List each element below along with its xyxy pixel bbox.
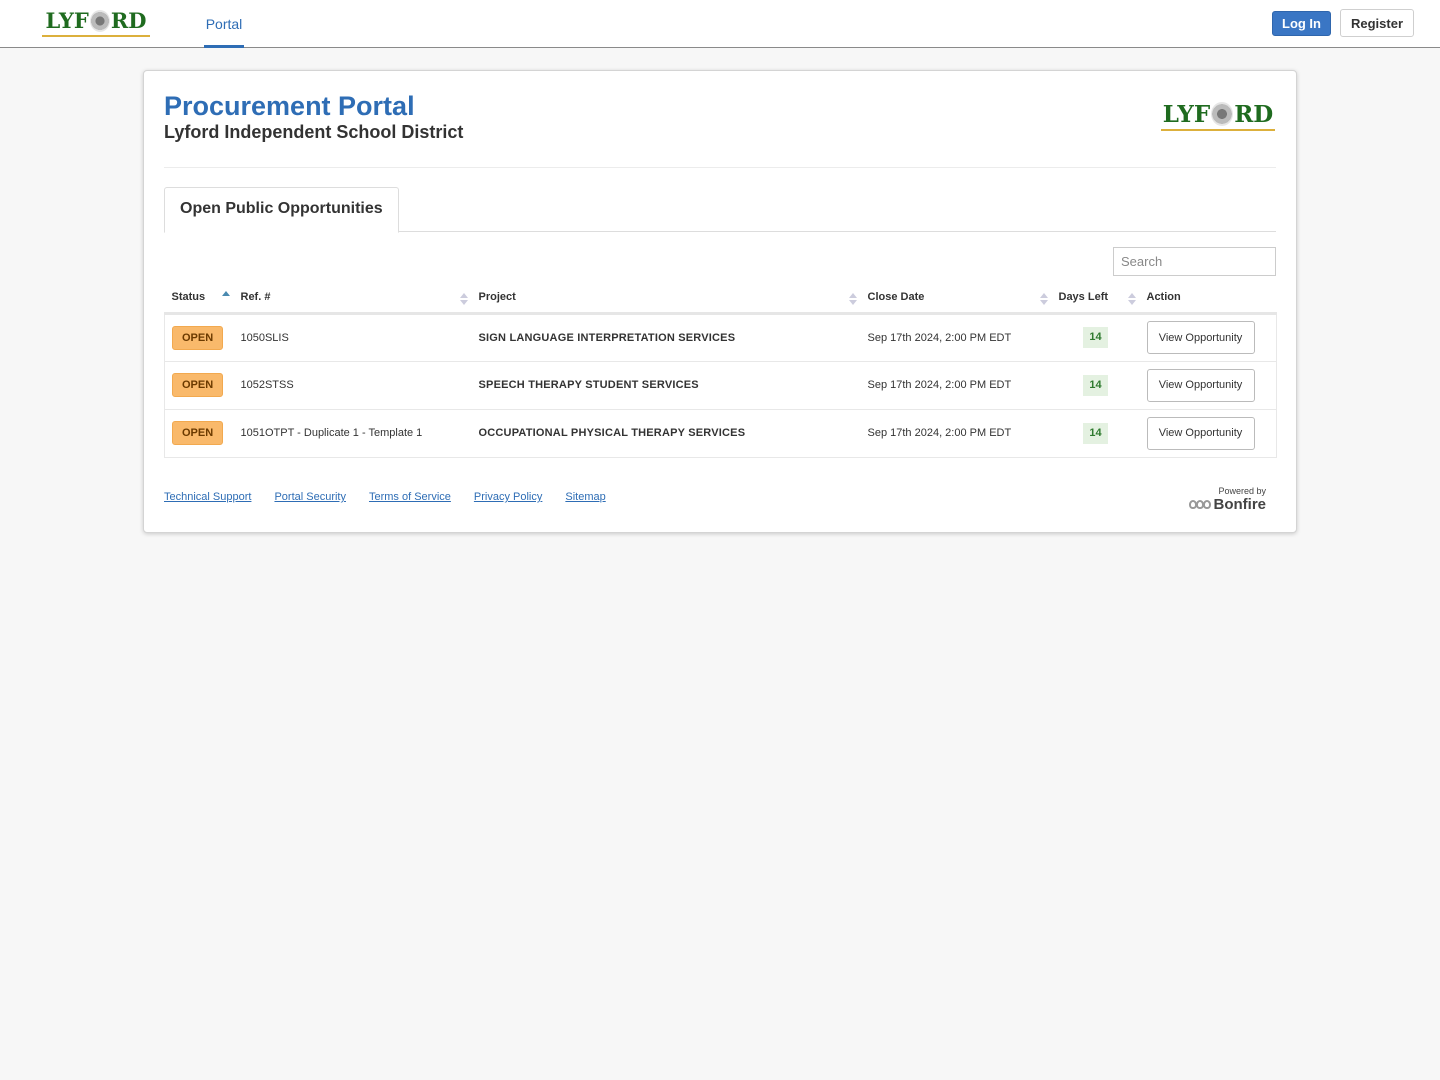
header-divider xyxy=(164,167,1276,168)
sort-icon xyxy=(1127,293,1136,305)
page-title: Procurement Portal xyxy=(164,91,415,121)
powered-by-label: Powered by xyxy=(1218,486,1266,496)
footer-link-sitemap[interactable]: Sitemap xyxy=(565,491,605,503)
sort-ascending-icon xyxy=(221,291,230,305)
table-row: OPEN 1052STSS SPEECH THERAPY STUDENT SER… xyxy=(164,361,1277,410)
opportunities-table: Status Ref. # Project Close Date Days Le… xyxy=(164,283,1277,458)
column-header-action: Action xyxy=(1139,283,1277,315)
sort-icon xyxy=(848,293,857,305)
column-header-days-left[interactable]: Days Left xyxy=(1051,283,1140,315)
table-row: OPEN 1050SLIS SIGN LANGUAGE INTERPRETATI… xyxy=(164,313,1277,362)
logo-tagline xyxy=(1161,129,1275,131)
login-button[interactable]: Log In xyxy=(1272,11,1331,36)
table-header-row: Status Ref. # Project Close Date Days Le… xyxy=(164,283,1277,315)
logo-tagline xyxy=(42,34,150,37)
project-name: SPEECH THERAPY STUDENT SERVICES xyxy=(471,361,861,410)
days-left-badge: 14 xyxy=(1083,422,1108,444)
close-date: Sep 17th 2024, 2:00 PM EDT xyxy=(860,361,1052,410)
bulldog-mascot-icon xyxy=(1211,102,1234,126)
organization-logo: LYF RD xyxy=(1161,102,1275,131)
status-badge: OPEN xyxy=(172,421,224,445)
close-date: Sep 17th 2024, 2:00 PM EDT xyxy=(860,313,1052,362)
search-input[interactable] xyxy=(1113,247,1276,276)
powered-by-bonfire[interactable]: Powered by Bonfire xyxy=(1188,486,1267,513)
footer-links: Technical Support Portal Security Terms … xyxy=(164,491,606,503)
view-opportunity-button[interactable]: View Opportunity xyxy=(1146,416,1255,450)
bonfire-brand: Bonfire xyxy=(1213,496,1267,513)
days-left-badge: 14 xyxy=(1083,327,1108,348)
ref-number: 1052STSS xyxy=(233,361,472,410)
tab-open-public-opportunities[interactable]: Open Public Opportunities xyxy=(164,187,399,233)
sort-icon xyxy=(1039,293,1048,305)
days-left-badge: 14 xyxy=(1083,374,1108,396)
footer-link-technical-support[interactable]: Technical Support xyxy=(164,491,251,503)
project-name: SIGN LANGUAGE INTERPRETATION SERVICES xyxy=(471,313,861,362)
column-header-close-date[interactable]: Close Date xyxy=(860,283,1052,315)
status-badge: OPEN xyxy=(172,373,224,397)
footer-link-terms-of-service[interactable]: Terms of Service xyxy=(369,491,451,503)
close-date: Sep 17th 2024, 2:00 PM EDT xyxy=(860,409,1052,458)
organization-name: Lyford Independent School District xyxy=(164,122,464,142)
column-header-project[interactable]: Project xyxy=(471,283,861,315)
project-name: OCCUPATIONAL PHYSICAL THERAPY SERVICES xyxy=(471,409,861,458)
portal-card: Procurement Portal Lyford Independent Sc… xyxy=(143,70,1297,533)
ref-number: 1050SLIS xyxy=(233,313,472,362)
footer-link-privacy-policy[interactable]: Privacy Policy xyxy=(474,491,542,503)
column-header-status[interactable]: Status xyxy=(164,283,234,315)
nav-portal[interactable]: Portal xyxy=(204,0,244,48)
table-row: OPEN 1051OTPT - Duplicate 1 - Template 1… xyxy=(164,409,1277,458)
ref-number: 1051OTPT - Duplicate 1 - Template 1 xyxy=(233,409,472,458)
sort-icon xyxy=(459,293,468,305)
view-opportunity-button[interactable]: View Opportunity xyxy=(1146,368,1255,402)
status-badge: OPEN xyxy=(172,325,224,350)
register-button[interactable]: Register xyxy=(1340,9,1414,37)
column-header-ref[interactable]: Ref. # xyxy=(233,283,472,315)
bulldog-mascot-icon xyxy=(89,9,110,32)
view-opportunity-button[interactable]: View Opportunity xyxy=(1146,321,1255,354)
bonfire-logo-icon xyxy=(1188,500,1211,509)
footer-link-portal-security[interactable]: Portal Security xyxy=(274,491,346,503)
top-navbar: LYF RD Portal Log In Register xyxy=(0,0,1440,48)
lyford-logo[interactable]: LYF RD xyxy=(42,9,150,37)
